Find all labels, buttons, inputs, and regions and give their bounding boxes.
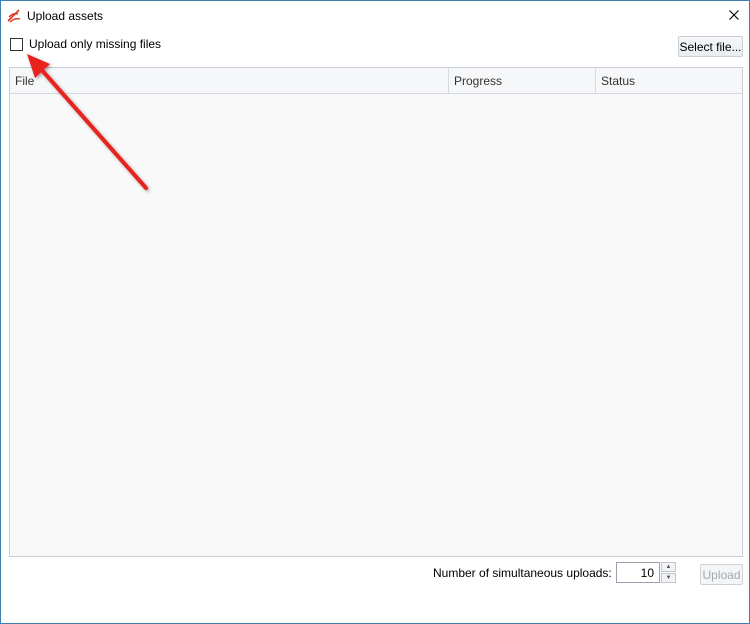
column-header-file[interactable]: File (10, 68, 449, 94)
upload-assets-dialog: Upload assets Upload only missing files … (0, 0, 750, 624)
window-title: Upload assets (27, 9, 104, 23)
close-icon (729, 10, 739, 20)
upload-button[interactable]: Upload (700, 564, 743, 585)
only-missing-label[interactable]: Upload only missing files (29, 37, 161, 51)
select-file-button[interactable]: Select file... (678, 36, 743, 57)
spin-down-button[interactable]: ▼ (661, 573, 676, 583)
simultaneous-uploads-spinner: ▲ ▼ (661, 562, 676, 583)
caret-down-icon: ▼ (665, 575, 672, 581)
upload-file-grid[interactable]: File Progress Status (9, 67, 743, 557)
column-header-progress[interactable]: Progress (449, 68, 596, 94)
column-header-status[interactable]: Status (596, 68, 742, 94)
only-missing-checkbox[interactable] (10, 37, 23, 51)
title-bar[interactable]: Upload assets (1, 1, 749, 30)
grid-header: File Progress Status (10, 68, 742, 94)
simultaneous-uploads-input[interactable] (616, 562, 660, 583)
close-button[interactable] (723, 5, 745, 25)
spin-up-button[interactable]: ▲ (661, 562, 676, 572)
simultaneous-uploads-label: Number of simultaneous uploads: (433, 566, 612, 580)
caret-up-icon: ▲ (665, 564, 672, 570)
pen-logo-icon (6, 8, 22, 24)
only-missing-option[interactable]: Upload only missing files (10, 36, 161, 52)
